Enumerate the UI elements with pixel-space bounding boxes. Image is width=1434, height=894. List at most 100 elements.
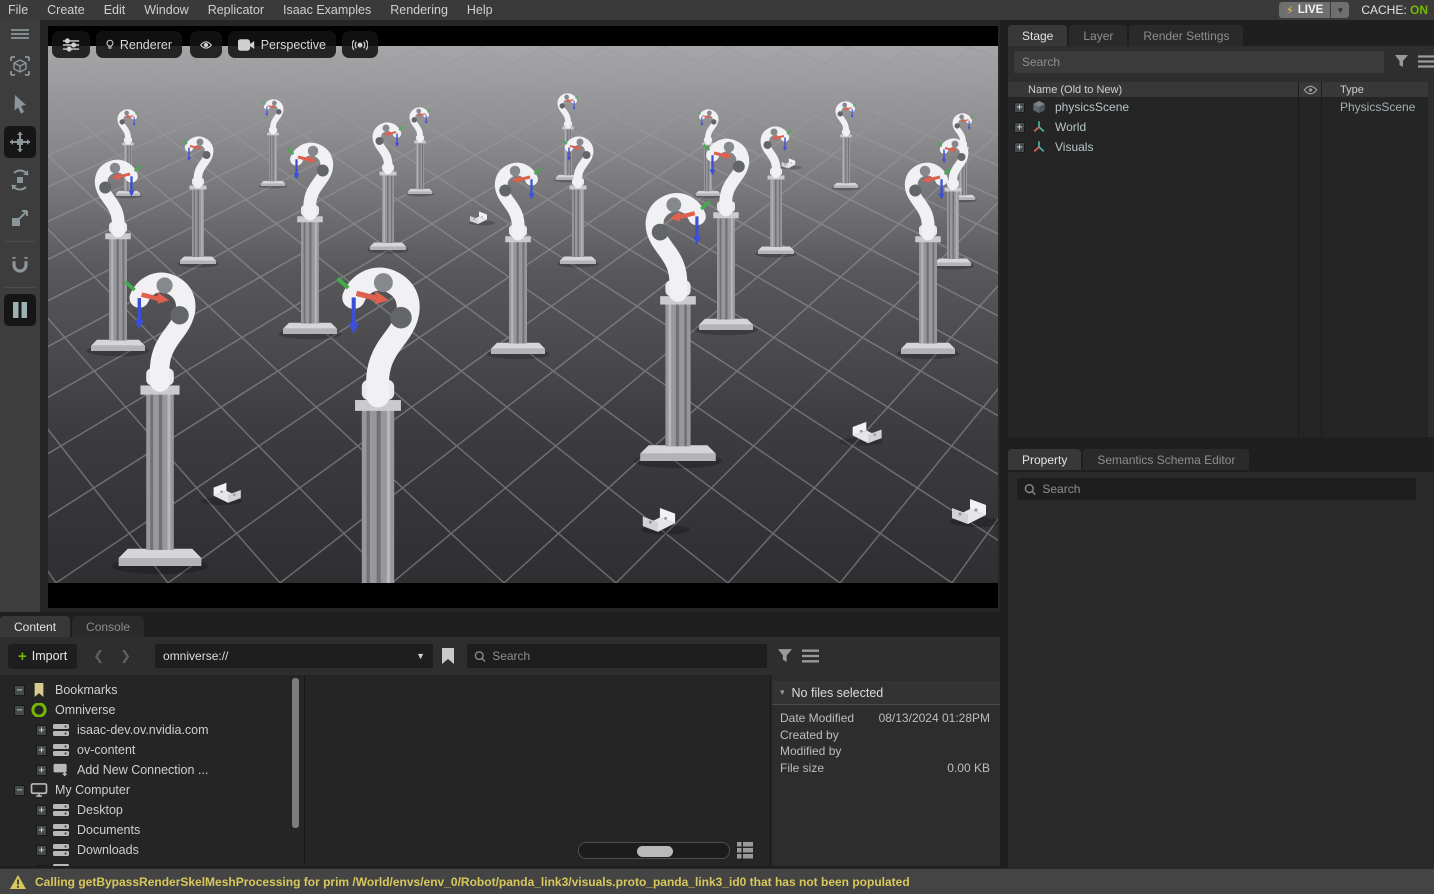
tree-row-documents[interactable]: + Documents bbox=[0, 820, 304, 840]
tab-property-label: Property bbox=[1022, 453, 1067, 467]
content-filter-icon[interactable] bbox=[777, 648, 793, 664]
tree-row-add-new-connection[interactable]: + Add New Connection ... bbox=[0, 760, 304, 780]
tree-row-omniverse[interactable]: − Omniverse bbox=[0, 700, 304, 720]
expand-icon[interactable]: + bbox=[1014, 102, 1025, 113]
rotate-tool[interactable] bbox=[4, 164, 36, 196]
add-connection-icon bbox=[52, 763, 70, 777]
camera-menu-button[interactable]: Perspective bbox=[228, 31, 336, 58]
stage-row-physicsscene[interactable]: + physicsScene PhysicsScene bbox=[1008, 97, 1428, 117]
search-icon bbox=[474, 650, 486, 663]
tree-row-isaac-dev[interactable]: + isaac-dev.ov.nvidia.com bbox=[0, 720, 304, 740]
menu-bar: File Create Edit Window Replicator Isaac… bbox=[0, 0, 1434, 20]
slider-thumb[interactable] bbox=[637, 846, 673, 857]
expand-icon[interactable]: + bbox=[1014, 122, 1025, 133]
tab-console[interactable]: Console bbox=[72, 616, 144, 637]
stage-panel: Name (Old to New) Type + physicsScene Ph… bbox=[1008, 46, 1434, 437]
menu-window[interactable]: Window bbox=[144, 3, 188, 17]
live-dropdown-button[interactable]: ▼ bbox=[1331, 2, 1349, 18]
menu-edit[interactable]: Edit bbox=[104, 3, 126, 17]
expand-icon[interactable]: + bbox=[36, 725, 47, 736]
bookmark-icon[interactable] bbox=[441, 647, 455, 665]
speaker-waves-icon bbox=[352, 38, 368, 52]
menu-rendering[interactable]: Rendering bbox=[390, 3, 448, 17]
tab-property[interactable]: Property bbox=[1008, 449, 1081, 470]
visibility-menu-button[interactable] bbox=[190, 31, 222, 58]
drive-icon bbox=[52, 803, 70, 817]
nav-forward-button[interactable]: ❯ bbox=[120, 648, 131, 664]
tree-row-desktop[interactable]: + Desktop bbox=[0, 800, 304, 820]
renderer-menu-button[interactable]: Renderer bbox=[96, 31, 182, 58]
menu-isaac-examples[interactable]: Isaac Examples bbox=[283, 3, 371, 17]
path-dropdown-icon[interactable]: ▼ bbox=[416, 651, 425, 661]
content-search-box[interactable] bbox=[467, 644, 767, 668]
viewport-settings-button[interactable] bbox=[52, 31, 90, 58]
tab-semantics-schema-editor[interactable]: Semantics Schema Editor bbox=[1083, 449, 1249, 470]
selection-summary[interactable]: ▾ No files selected bbox=[772, 681, 1000, 705]
left-toolbar bbox=[0, 20, 40, 612]
detail-label: Modified by bbox=[780, 744, 841, 759]
tree-row-my-computer[interactable]: − My Computer bbox=[0, 780, 304, 800]
drive-icon bbox=[52, 863, 70, 866]
expand-icon[interactable]: + bbox=[36, 845, 47, 856]
tab-layer[interactable]: Layer bbox=[1069, 25, 1127, 46]
property-search-input[interactable] bbox=[1042, 482, 1409, 496]
tree-label: Omniverse bbox=[55, 703, 115, 717]
menu-help[interactable]: Help bbox=[467, 3, 493, 17]
tree-row-bookmarks[interactable]: − Bookmarks bbox=[0, 680, 304, 700]
content-options-icon[interactable] bbox=[802, 649, 819, 663]
thumbnail-size-slider[interactable] bbox=[578, 842, 730, 859]
menu-create[interactable]: Create bbox=[47, 3, 85, 17]
stage-row-visuals[interactable]: + Visuals bbox=[1008, 137, 1428, 157]
expand-icon[interactable]: + bbox=[36, 745, 47, 756]
collapse-icon[interactable]: − bbox=[14, 685, 25, 696]
tab-layer-label: Layer bbox=[1083, 29, 1113, 43]
stage-options-icon[interactable] bbox=[1418, 55, 1434, 68]
import-button[interactable]: + Import bbox=[8, 644, 77, 669]
tree-row-downloads[interactable]: + Downloads bbox=[0, 840, 304, 860]
audio-menu-button[interactable] bbox=[342, 31, 378, 58]
chevron-down-icon: ▼ bbox=[1336, 6, 1344, 15]
menu-replicator[interactable]: Replicator bbox=[208, 3, 264, 17]
stage-column-headers[interactable]: Name (Old to New) Type bbox=[1008, 82, 1428, 97]
path-bar[interactable]: omniverse:// ▼ bbox=[155, 644, 433, 668]
menu-file[interactable]: File bbox=[8, 3, 28, 17]
expand-icon[interactable]: + bbox=[36, 765, 47, 776]
move-tool[interactable] bbox=[4, 126, 36, 158]
scale-tool[interactable] bbox=[4, 202, 36, 234]
tree-scrollbar[interactable] bbox=[292, 678, 299, 828]
stage-filter-icon[interactable] bbox=[1394, 54, 1409, 69]
select-bounds-tool[interactable] bbox=[4, 50, 36, 82]
expand-icon[interactable]: + bbox=[1014, 142, 1025, 153]
tree-row-partial[interactable]: + bbox=[0, 860, 304, 866]
snap-magnet-tool[interactable] bbox=[4, 248, 36, 280]
viewport-3d-render[interactable]: Renderer Perspective bbox=[48, 26, 998, 608]
stage-row-world[interactable]: + World bbox=[1008, 117, 1428, 137]
tree-label: Desktop bbox=[77, 803, 123, 817]
pause-button[interactable] bbox=[4, 294, 36, 326]
server-icon bbox=[52, 743, 70, 757]
toolbar-drag-handle[interactable] bbox=[4, 24, 36, 44]
content-search-input[interactable] bbox=[492, 649, 760, 663]
tab-content[interactable]: Content bbox=[0, 616, 70, 637]
stage-row-label: physicsScene bbox=[1055, 100, 1129, 114]
detail-value: 0.00 KB bbox=[947, 761, 990, 776]
file-grid-pane[interactable] bbox=[306, 675, 771, 866]
nav-back-button[interactable]: ❮ bbox=[93, 648, 104, 664]
live-sync-button[interactable]: ⚡ LIVE bbox=[1279, 2, 1330, 18]
stage-search-input[interactable] bbox=[1014, 51, 1384, 73]
lightbulb-icon bbox=[106, 37, 114, 52]
expand-icon[interactable]: + bbox=[36, 825, 47, 836]
tab-render-settings[interactable]: Render Settings bbox=[1129, 25, 1243, 46]
collapse-icon[interactable]: − bbox=[14, 705, 25, 716]
column-divider bbox=[1321, 82, 1322, 437]
select-cursor-tool[interactable] bbox=[4, 88, 36, 120]
tab-content-label: Content bbox=[14, 620, 56, 634]
physics-scene-icon bbox=[1030, 100, 1048, 114]
view-mode-grid-icon[interactable] bbox=[736, 841, 754, 859]
tab-stage[interactable]: Stage bbox=[1008, 25, 1067, 46]
detail-label: Created by bbox=[780, 728, 839, 743]
collapse-icon[interactable]: − bbox=[14, 785, 25, 796]
expand-icon[interactable]: + bbox=[36, 865, 47, 867]
tree-row-ov-content[interactable]: + ov-content bbox=[0, 740, 304, 760]
expand-icon[interactable]: + bbox=[36, 805, 47, 816]
